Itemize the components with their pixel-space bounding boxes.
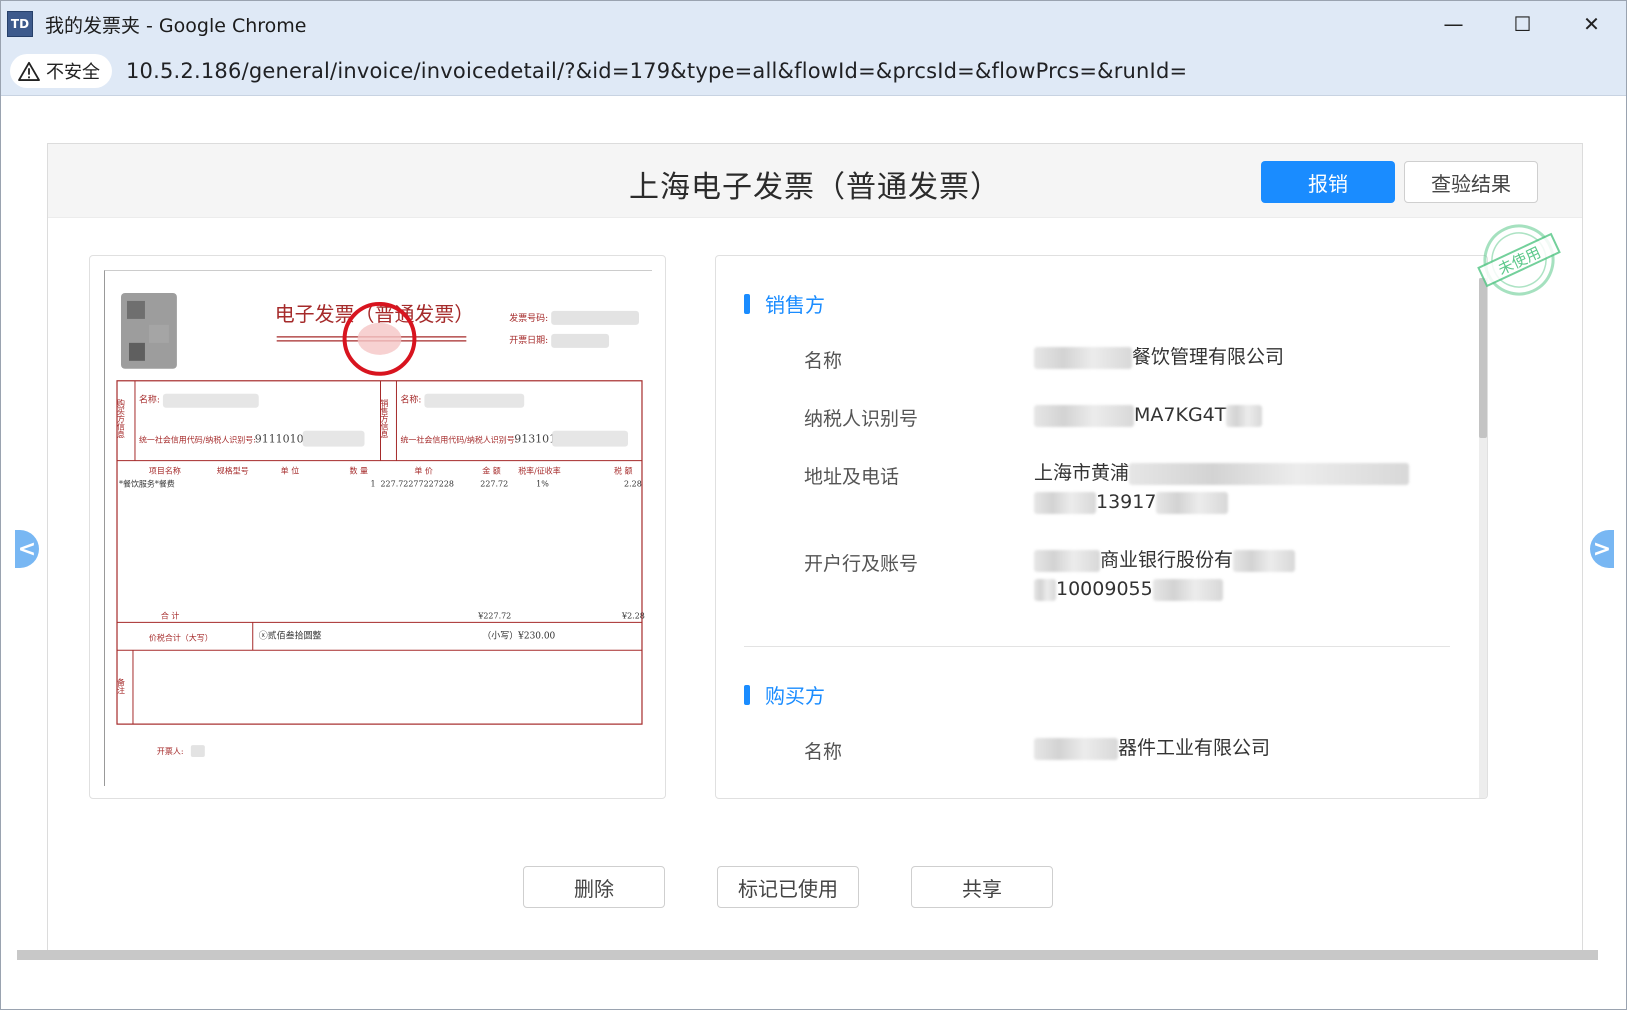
section-divider [744, 646, 1450, 647]
item-tax-rate: 1% [536, 480, 549, 489]
seller-tax-visible: 913101 [514, 433, 556, 446]
seller-name-label: 名称 [804, 350, 843, 372]
title-bar: TD 我的发票夹 - Google Chrome — ☐ ✕ [1, 1, 1626, 47]
prev-invoice-button[interactable]: < [15, 530, 39, 568]
buyer-tax-visible: 91110108 [255, 433, 311, 446]
buyer-tax-label: 统一社会信用代码/纳税人识别号: [139, 435, 256, 445]
redacted-text [1156, 491, 1229, 514]
seller-tax-label: 纳税人识别号 [804, 408, 919, 430]
grand-total-label: 价税合计（大写） [149, 632, 213, 642]
seller-name-label: 名称: [400, 394, 421, 406]
grand-total-words: ⓧ贰佰叁拾圆整 [259, 629, 322, 641]
seller-name-value: 餐饮管理有限公司 [1034, 343, 1284, 372]
buyer-name-label: 名称: [139, 394, 160, 406]
seller-bank-line1: 商业银行股份有 [1100, 549, 1234, 571]
seller-address-line2: 13917 [1096, 491, 1157, 513]
close-button[interactable]: ✕ [1557, 1, 1626, 47]
url-host: 10.5.2.186 [126, 59, 242, 83]
col-spec: 规格型号 [217, 466, 249, 476]
col-tax-rate: 税率/征收率 [518, 466, 561, 476]
seller-address-value: 上海市黄浦 13917 [1034, 459, 1424, 517]
issuer-label: 开票人: [157, 747, 184, 756]
seller-bank-label: 开户行及账号 [804, 553, 919, 575]
buyer-name-label: 名称 [804, 741, 843, 763]
item-amount: 227.72 [480, 480, 508, 489]
unused-stamp-icon: 未使用 [1477, 224, 1561, 296]
redacted-text [1034, 578, 1056, 601]
browser-window: TD 我的发票夹 - Google Chrome — ☐ ✕ 不安全 10.5.… [0, 0, 1627, 1010]
invoice-image[interactable]: 电子发票（普通发票） 发票号码: 开票日期: 购买方信息 销售方信息 名称: 统… [104, 270, 652, 786]
col-qty: 数 量 [350, 466, 369, 476]
seller-side-label: 销售方信息 [380, 398, 389, 439]
col-tax-amount: 税 额 [614, 466, 633, 476]
col-price: 单 价 [414, 466, 433, 476]
invoice-drawing: 电子发票（普通发票） 发票号码: 开票日期: 购买方信息 销售方信息 名称: 统… [116, 292, 645, 758]
total-amount: ¥227.72 [477, 611, 511, 620]
total-label: 合 计 [161, 610, 180, 620]
buyer-name-text: 器件工业有限公司 [1118, 737, 1271, 759]
invoice-detail-card: 上海电子发票（普通发票） 报销 查验结果 电子发票（普通发票） 发票号码: 开票… [47, 143, 1583, 955]
invoice-image-panel: 电子发票（普通发票） 发票号码: 开票日期: 购买方信息 销售方信息 名称: 统… [89, 255, 666, 799]
check-result-button[interactable]: 查验结果 [1404, 161, 1538, 203]
buyer-section-title: 购买方 [765, 684, 825, 708]
invoice-number-label: 发票号码: [509, 312, 548, 324]
seller-tax-label: 统一社会信用代码/纳税人识别号: [400, 435, 517, 445]
buyer-side-label: 购买方信息 [116, 398, 125, 439]
seller-name-text: 餐饮管理有限公司 [1132, 346, 1285, 368]
section-marker [744, 293, 750, 314]
url-path: /general/invoice/invoicedetail/?&id=179&… [241, 59, 1188, 83]
item-qty: 1 [371, 480, 376, 489]
buyer-name-value: 器件工业有限公司 [1034, 734, 1270, 763]
redacted-text [1152, 578, 1223, 601]
col-item-name: 项目名称 [149, 466, 181, 476]
card-header: 上海电子发票（普通发票） 报销 查验结果 [48, 144, 1582, 218]
reimburse-button[interactable]: 报销 [1261, 161, 1395, 203]
redacted-text [1034, 346, 1132, 369]
security-indicator[interactable]: 不安全 [10, 54, 112, 88]
delete-button[interactable]: 删除 [523, 866, 665, 908]
minimize-button[interactable]: — [1419, 1, 1488, 47]
app-logo-icon: TD [7, 11, 33, 37]
invoice-detail-panel: 销售方 名称 餐饮管理有限公司 纳税人识别号 MA7KG4T 地址及电话 上海市… [715, 255, 1488, 799]
window-title: 我的发票夹 - Google Chrome [45, 14, 307, 37]
mark-used-button[interactable]: 标记已使用 [717, 866, 859, 908]
seller-bank-line2: 10009055 [1056, 578, 1153, 600]
redacted-text [1226, 404, 1263, 427]
horizontal-scrollbar[interactable] [17, 950, 1598, 960]
warning-icon [18, 61, 40, 81]
item-tax-amount: 2.28 [624, 480, 642, 489]
total-tax: ¥2.28 [621, 611, 645, 620]
item-name: *餐饮服务*餐费 [119, 479, 175, 489]
seller-address-label: 地址及电话 [804, 466, 900, 488]
security-label: 不安全 [46, 62, 100, 83]
buyer-section-heading: 购买方 [744, 680, 825, 709]
url-field[interactable]: 10.5.2.186/general/invoice/invoicedetail… [126, 59, 1187, 83]
window-controls: — ☐ ✕ [1419, 1, 1626, 47]
seller-tax-value: MA7KG4T [1034, 401, 1263, 430]
col-amount: 金 额 [482, 466, 501, 476]
seller-address-line1: 上海市黄浦 [1034, 462, 1130, 484]
seller-section-heading: 销售方 [744, 289, 825, 318]
next-invoice-button[interactable]: > [1590, 530, 1614, 568]
maximize-button[interactable]: ☐ [1488, 1, 1557, 47]
seller-tax-text: MA7KG4T [1134, 404, 1227, 426]
grand-total-small: （小写）¥230.00 [482, 630, 555, 641]
redacted-text [1034, 549, 1100, 572]
remark-label: 备注 [116, 677, 125, 695]
seller-bank-value: 商业银行股份有 10009055 [1034, 546, 1424, 604]
address-bar: 不安全 10.5.2.186/general/invoice/invoicede… [1, 47, 1626, 96]
redacted-text [1034, 737, 1118, 760]
col-unit: 单 位 [281, 466, 300, 476]
redacted-text [1129, 462, 1410, 485]
seller-section-title: 销售方 [765, 293, 825, 317]
page-content: < > 上海电子发票（普通发票） 报销 查验结果 电子发票（普通发票） 发票号码… [1, 97, 1626, 1009]
redacted-text [1034, 491, 1096, 514]
share-button[interactable]: 共享 [911, 866, 1053, 908]
redacted-text [1233, 549, 1296, 572]
section-marker [744, 684, 750, 705]
item-price: 227.72277227228 [380, 480, 454, 489]
issue-date-label: 开票日期: [509, 335, 548, 346]
redacted-text [1034, 404, 1134, 427]
